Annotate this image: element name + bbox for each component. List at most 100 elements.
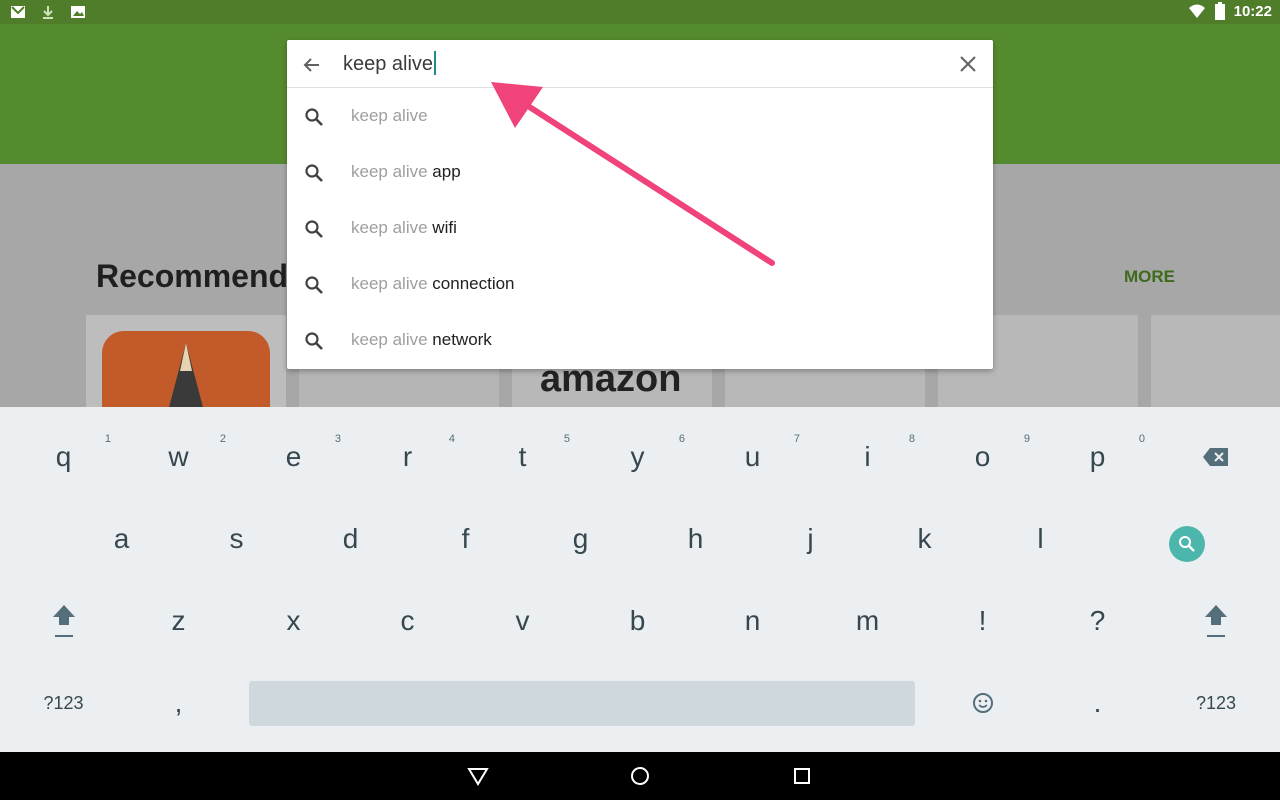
suggestion-item[interactable]: keep alive connection: [287, 257, 993, 313]
clock: 10:22: [1233, 2, 1272, 20]
key-b[interactable]: b: [580, 581, 695, 661]
suggestion-item[interactable]: keep alive network: [287, 313, 993, 369]
more-button[interactable]: MORE: [1124, 267, 1175, 287]
key-label: !: [978, 605, 987, 636]
symbols-key-right[interactable]: ?123: [1160, 663, 1272, 743]
key-x[interactable]: x: [236, 581, 351, 661]
key-w[interactable]: 2w: [121, 417, 236, 497]
key-comma[interactable]: ,: [121, 663, 236, 743]
key-o[interactable]: 9o: [925, 417, 1040, 497]
key-j[interactable]: j: [753, 499, 868, 579]
search-panel: keep alive keep alive keep alive app kee…: [287, 40, 993, 369]
key-k[interactable]: k: [867, 499, 982, 579]
suggestion-suffix: network: [427, 330, 492, 349]
key-label: j: [807, 523, 814, 554]
key-exclamation[interactable]: !: [925, 581, 1040, 661]
key-v[interactable]: v: [465, 581, 580, 661]
shift-icon: [52, 605, 75, 637]
key-p[interactable]: 0p: [1040, 417, 1155, 497]
key-label: y: [630, 441, 645, 472]
emoji-key[interactable]: [925, 663, 1040, 743]
symbols-key-left[interactable]: ?123: [6, 663, 121, 743]
key-label: b: [629, 605, 646, 636]
suggestion-suffix: wifi: [427, 218, 457, 237]
key-label: i: [864, 441, 871, 472]
download-icon: [43, 6, 53, 19]
recents-icon[interactable]: [790, 764, 814, 788]
key-h[interactable]: h: [638, 499, 753, 579]
suggestion-text: keep alive app: [351, 162, 461, 182]
suggestion-prefix: keep alive: [351, 218, 428, 237]
key-r[interactable]: 4r: [350, 417, 465, 497]
pencil-icon: [169, 343, 203, 407]
key-label: ,: [174, 687, 183, 718]
key-label: ?: [1089, 605, 1106, 636]
key-s[interactable]: s: [179, 499, 294, 579]
key-e[interactable]: 3e: [236, 417, 351, 497]
key-hint: 4: [448, 433, 455, 445]
key-a[interactable]: a: [64, 499, 179, 579]
space-key[interactable]: [249, 681, 915, 726]
key-hint: 8: [908, 433, 915, 445]
home-icon[interactable]: [628, 764, 652, 788]
back-icon[interactable]: [466, 764, 490, 788]
key-label: a: [113, 523, 130, 554]
search-icon: [305, 332, 323, 350]
suggestion-text: keep alive network: [351, 330, 492, 350]
key-g[interactable]: g: [523, 499, 638, 579]
key-u[interactable]: 7u: [695, 417, 810, 497]
key-l[interactable]: l: [983, 499, 1098, 579]
key-hint: 0: [1138, 433, 1145, 445]
shift-key-right[interactable]: [1160, 581, 1272, 661]
key-label: e: [285, 441, 302, 472]
key-hint: 5: [563, 433, 570, 445]
key-period[interactable]: .: [1040, 663, 1155, 743]
shift-icon: [1205, 605, 1227, 637]
key-label: g: [572, 523, 589, 554]
key-label: ?123: [1195, 692, 1237, 713]
key-label: l: [1037, 523, 1044, 554]
key-y[interactable]: 6y: [580, 417, 695, 497]
key-label: z: [171, 605, 186, 636]
key-c[interactable]: c: [350, 581, 465, 661]
key-label: m: [855, 605, 880, 636]
clear-icon[interactable]: [957, 53, 979, 75]
back-arrow-icon[interactable]: [299, 52, 325, 78]
key-label: s: [229, 523, 244, 554]
key-hint: 3: [334, 433, 341, 445]
key-t[interactable]: 5t: [465, 417, 580, 497]
soft-keyboard: 1q 2w 3e 4r 5t 6y 7u 8i 9o 0p a s d f g …: [0, 407, 1280, 752]
key-label: w: [168, 441, 189, 472]
suggestion-item[interactable]: keep alive wifi: [287, 201, 993, 257]
app-icon-sketchbook: [102, 331, 270, 407]
backspace-key[interactable]: [1160, 417, 1272, 497]
search-input[interactable]: keep alive: [343, 51, 437, 76]
key-hint: 2: [219, 433, 226, 445]
suggestion-item[interactable]: keep alive: [287, 89, 993, 145]
search-action-key[interactable]: [1169, 526, 1205, 562]
navigation-bar: [0, 752, 1280, 800]
suggestion-prefix: keep alive: [351, 106, 428, 125]
key-label: r: [402, 441, 413, 472]
search-query-text: keep alive: [343, 53, 434, 75]
key-d[interactable]: d: [293, 499, 408, 579]
key-i[interactable]: 8i: [810, 417, 925, 497]
app-card-sketchbook[interactable]: [86, 315, 286, 407]
emoji-icon: [972, 693, 993, 713]
suggestion-text: keep alive: [351, 106, 428, 126]
key-label: n: [744, 605, 761, 636]
key-m[interactable]: m: [810, 581, 925, 661]
key-n[interactable]: n: [695, 581, 810, 661]
key-label: d: [342, 523, 359, 554]
key-label: t: [518, 441, 527, 472]
key-question[interactable]: ?: [1040, 581, 1155, 661]
battery-icon: [1214, 2, 1225, 20]
key-label: h: [687, 523, 704, 554]
shift-key-left[interactable]: [6, 581, 121, 661]
key-q[interactable]: 1q: [6, 417, 121, 497]
key-z[interactable]: z: [121, 581, 236, 661]
key-label: q: [55, 441, 72, 472]
key-f[interactable]: f: [408, 499, 523, 579]
suggestion-item[interactable]: keep alive app: [287, 145, 993, 201]
app-card-reddit[interactable]: [1151, 315, 1280, 407]
